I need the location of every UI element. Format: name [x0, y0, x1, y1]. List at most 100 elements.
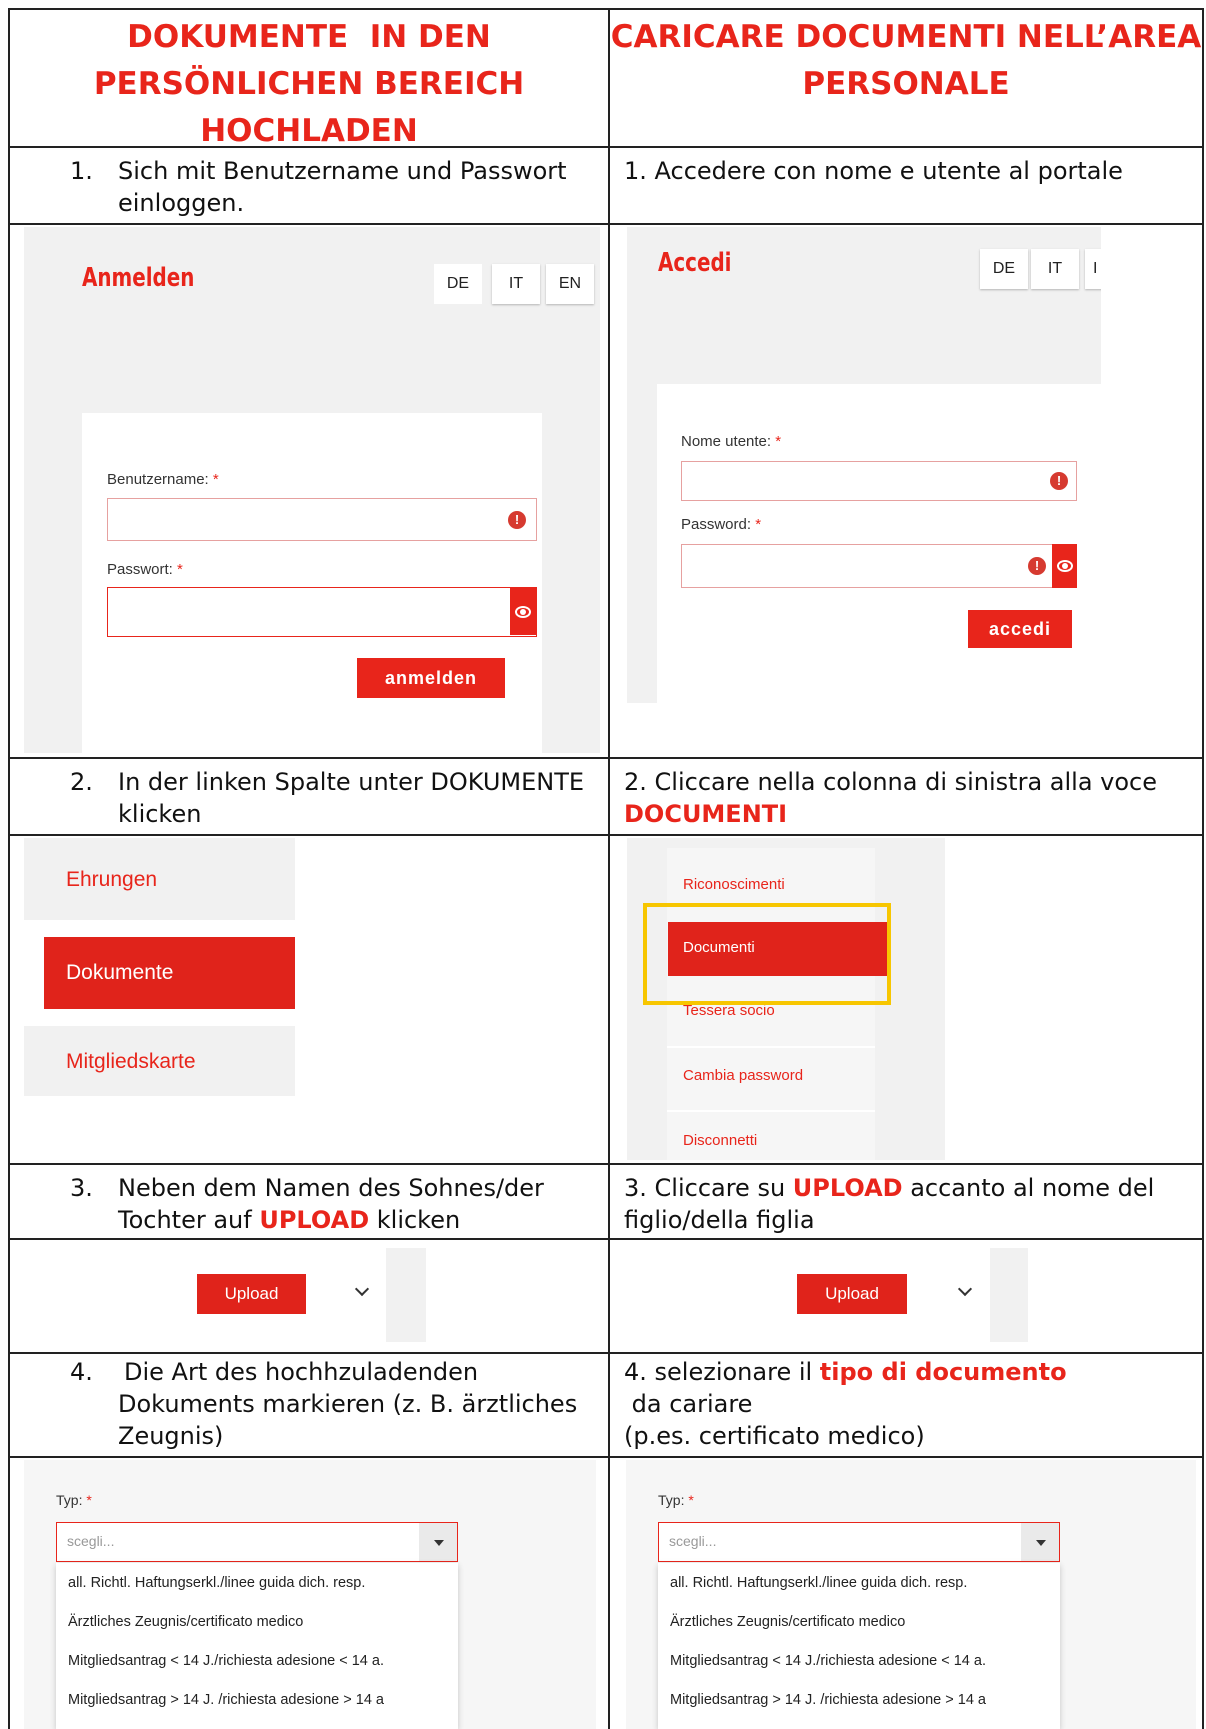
- step-keyword: UPLOAD: [259, 1206, 370, 1234]
- lang-button-en[interactable]: I: [1085, 249, 1101, 289]
- required-asterisk: *: [86, 1492, 92, 1508]
- password-label-text: Passwort:: [107, 561, 173, 578]
- menu-item-dokumente[interactable]: Dokumente: [44, 937, 295, 1009]
- step4-it: 4. selezionare il tipo di documento da c…: [624, 1356, 1194, 1452]
- menu-item-bg: [24, 838, 295, 920]
- chevron-down-icon[interactable]: [354, 1281, 370, 1297]
- text-segment: Tochter auf: [118, 1206, 260, 1234]
- options-list: all. Richtl. Haftungserkl./linee guida d…: [658, 1563, 1060, 1729]
- menu-item-disconnetti[interactable]: Disconnetti: [683, 1132, 757, 1149]
- table-border-middle: [608, 8, 610, 1729]
- step-number: 3.: [70, 1174, 93, 1202]
- password-input[interactable]: !: [681, 544, 1077, 588]
- required-asterisk: *: [177, 561, 183, 578]
- error-icon: !: [508, 511, 526, 529]
- login-card: Benutzername: * ! Passwort: * anmelden: [82, 413, 542, 753]
- header-de-line: DOKUMENTE IN DEN: [127, 19, 491, 55]
- password-label: Password: *: [681, 516, 761, 533]
- show-password-eye-icon[interactable]: [1052, 544, 1077, 588]
- step-text-line: Die Art des hochhzuladenden: [124, 1358, 479, 1386]
- row-divider: [8, 1238, 1204, 1240]
- chevron-down-icon[interactable]: [957, 1281, 973, 1297]
- accedi-button[interactable]: accedi: [968, 610, 1072, 648]
- step-text-line: figlio/della figlia: [624, 1206, 815, 1234]
- header-de: DOKUMENTE IN DEN PERSÖNLICHEN BEREICH HO…: [10, 14, 608, 155]
- dropdown-arrow-icon[interactable]: [1021, 1523, 1059, 1561]
- select-screenshot-it: Typ: * scegli... all. Richtl. Haftungser…: [626, 1460, 1196, 1729]
- step-number: 4.: [70, 1358, 93, 1386]
- panel-edge: [386, 1248, 426, 1342]
- step-text: Neben dem Namen des Sohnes/der Tochter a…: [118, 1172, 544, 1236]
- step-text: Sich mit Benutzername und Passwort einlo…: [118, 155, 567, 219]
- options-list: all. Richtl. Haftungserkl./linee guida d…: [56, 1563, 458, 1729]
- header-de-line: PERSÖNLICHEN BEREICH: [93, 66, 525, 102]
- username-input[interactable]: !: [107, 498, 537, 541]
- lang-button-it[interactable]: IT: [1031, 249, 1079, 289]
- upload-screenshot-de: Upload: [12, 1248, 426, 1342]
- step-text-line: Neben dem Namen des Sohnes/der: [118, 1174, 544, 1202]
- lang-button-it[interactable]: IT: [492, 264, 540, 304]
- lang-button-de[interactable]: DE: [434, 264, 482, 304]
- step1-it: 1. Accedere con nome e utente al portale: [624, 155, 1194, 187]
- username-label: Benutzername: *: [107, 471, 219, 488]
- type-label: Typ: *: [56, 1492, 92, 1508]
- text-segment: 3. Cliccare su: [624, 1174, 793, 1202]
- panel-edge: [990, 1248, 1028, 1342]
- type-select[interactable]: scegli...: [658, 1522, 1060, 1562]
- row-divider: [8, 1163, 1204, 1165]
- step-text: Dokuments markieren (z. B. ärztliches Ze…: [118, 1388, 577, 1452]
- type-select[interactable]: scegli...: [56, 1522, 458, 1562]
- login-screenshot-it: Accedi DE IT I Nome utente: * ! Password…: [627, 227, 1101, 703]
- option-item[interactable]: all. Richtl. Haftungserkl./linee guida d…: [68, 1575, 365, 1591]
- step-number: 2.: [70, 768, 93, 796]
- option-item[interactable]: Mitgliedsantrag < 14 J./richiesta adesio…: [670, 1653, 986, 1669]
- menu-item-mitgliedskarte[interactable]: Mitgliedskarte: [66, 1050, 196, 1074]
- option-item[interactable]: all. Richtl. Haftungserkl./linee guida d…: [670, 1575, 967, 1591]
- menu-screenshot-de: Ehrungen Dokumente Mitgliedskarte: [24, 838, 295, 1096]
- eye-icon: [1056, 560, 1073, 572]
- option-item[interactable]: Mitgliedsantrag > 14 J. /richiesta adesi…: [670, 1692, 986, 1708]
- username-input[interactable]: !: [681, 461, 1077, 501]
- option-item[interactable]: Ärztliches Zeugnis/certificato medico: [670, 1614, 905, 1630]
- dropdown-arrow-icon[interactable]: [419, 1523, 457, 1561]
- step-text-line: In der linken Spalte unter DOKUMENTE: [118, 768, 585, 796]
- upload-button[interactable]: Upload: [197, 1274, 306, 1314]
- upload-screenshot-it: Upload: [614, 1248, 1028, 1342]
- menu-item-ehrungen[interactable]: Ehrungen: [66, 868, 157, 892]
- step-text-line: klicken: [118, 800, 202, 828]
- required-asterisk: *: [688, 1492, 694, 1508]
- step-text-line: 2. Cliccare nella colonna di sinistra al…: [624, 768, 1158, 796]
- eye-icon: [515, 605, 531, 618]
- menu-item-cambia-password[interactable]: Cambia password: [683, 1067, 803, 1084]
- step3-it: 3. Cliccare su UPLOAD accanto al nome de…: [624, 1172, 1194, 1236]
- option-item[interactable]: Mitgliedsantrag > 14 J. /richiesta adesi…: [68, 1692, 384, 1708]
- table-border-right: [1202, 8, 1204, 1729]
- lang-button-en[interactable]: EN: [546, 264, 594, 304]
- required-asterisk: *: [212, 471, 219, 488]
- step-keyword: tipo di documento: [819, 1358, 1067, 1386]
- step-number: 1.: [70, 157, 93, 185]
- header-it-line: PERSONALE: [802, 66, 1010, 102]
- step-text: 1. Accedere con nome e utente al portale: [624, 157, 1123, 185]
- option-item[interactable]: Mitgliedsantrag < 14 J./richiesta adesio…: [68, 1653, 384, 1669]
- anmelden-button[interactable]: anmelden: [357, 658, 505, 698]
- step-text-line: einloggen.: [118, 189, 245, 217]
- step-text-line: Dokuments markieren (z. B. ärztliches: [118, 1390, 578, 1418]
- type-label-text: Typ:: [658, 1492, 685, 1508]
- row-divider: [8, 1456, 1204, 1458]
- highlight-box: [643, 903, 891, 1005]
- password-input[interactable]: [107, 587, 537, 637]
- required-asterisk: *: [775, 433, 782, 450]
- login-screenshot-de: Anmelden DE IT EN Benutzername: * ! Pass…: [24, 227, 600, 753]
- upload-button[interactable]: Upload: [797, 1274, 907, 1314]
- menu-item-riconoscimenti[interactable]: Riconoscimenti: [683, 876, 785, 893]
- option-item[interactable]: Ärztliches Zeugnis/certificato medico: [68, 1614, 303, 1630]
- header-de-line: HOCHLADEN: [200, 113, 418, 149]
- username-label-text: Benutzername:: [107, 471, 209, 488]
- step1-de: 1. Sich mit Benutzername und Passwort ei…: [70, 155, 600, 219]
- lang-button-de[interactable]: DE: [980, 249, 1028, 289]
- show-password-eye-icon[interactable]: [510, 588, 536, 635]
- select-placeholder: scegli...: [669, 1533, 717, 1549]
- header-it: CARICARE DOCUMENTI NELL’AREA PERSONALE: [610, 14, 1202, 108]
- text-segment: da cariare: [624, 1390, 753, 1418]
